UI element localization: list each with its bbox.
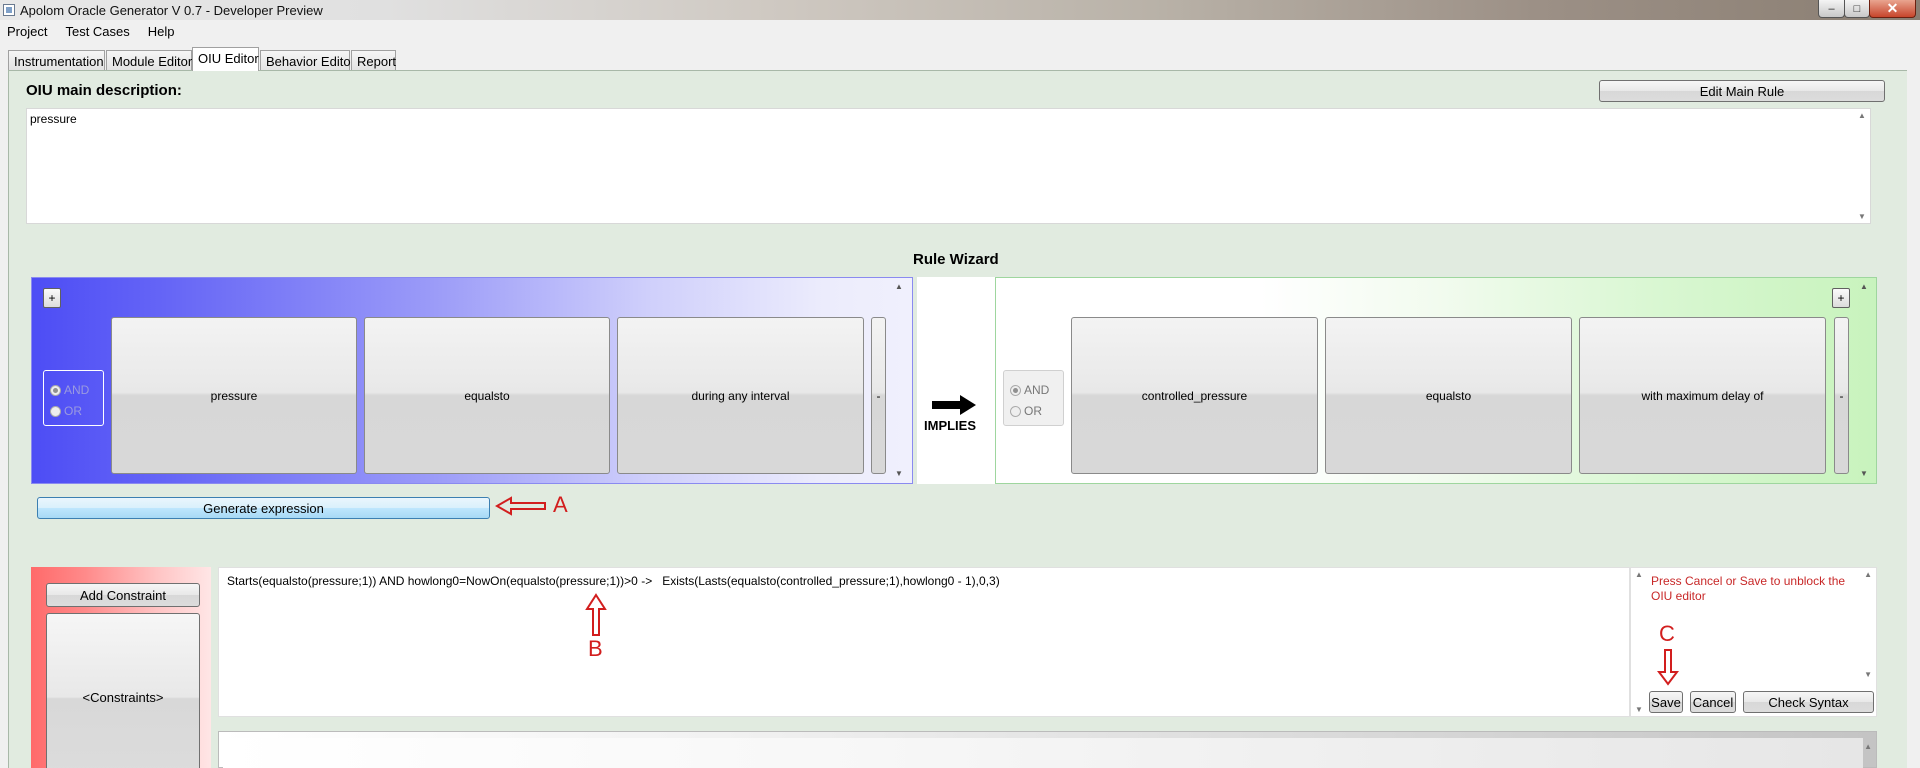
- maximize-button[interactable]: □: [1844, 0, 1870, 18]
- save-button[interactable]: Save: [1649, 691, 1683, 713]
- generate-expression-button[interactable]: Generate expression: [37, 497, 490, 519]
- condition-interval-button[interactable]: during any interval: [617, 317, 864, 474]
- main-description-textarea[interactable]: pressure ▲ ▼: [26, 108, 1871, 224]
- scroll-down-icon[interactable]: ▼: [1635, 705, 1643, 714]
- consequence-or-option[interactable]: OR: [1010, 404, 1042, 418]
- remove-condition-button[interactable]: -: [871, 317, 886, 474]
- cancel-button[interactable]: Cancel: [1690, 691, 1736, 713]
- scroll-up-icon[interactable]: ▲: [1864, 742, 1872, 751]
- bottom-panel: ▲: [218, 731, 1877, 768]
- implies-label: IMPLIES: [924, 418, 977, 433]
- edit-main-rule-button[interactable]: Edit Main Rule: [1599, 80, 1885, 102]
- tab-behavior-editor[interactable]: Behavior Editor: [260, 50, 355, 71]
- status-message: Press Cancel or Save to unblock the OIU …: [1651, 574, 1846, 603]
- menu-project[interactable]: Project: [4, 24, 50, 39]
- implies-area: [917, 277, 995, 484]
- description-scrollbar[interactable]: ▲ ▼: [1854, 109, 1870, 223]
- window-title: Apolom Oracle Generator V 0.7 - Develope…: [20, 3, 323, 18]
- scroll-up-icon[interactable]: ▲: [1858, 111, 1866, 120]
- annotation-arrow-b-icon: [585, 593, 607, 636]
- scroll-down-icon[interactable]: ▼: [1864, 670, 1872, 679]
- check-syntax-button[interactable]: Check Syntax: [1743, 691, 1874, 713]
- consequence-and-option[interactable]: AND: [1010, 383, 1049, 397]
- consequence-and-or-group: AND OR: [1003, 370, 1064, 426]
- expression-textarea[interactable]: Starts(equalsto(pressure;1)) AND howlong…: [218, 567, 1630, 717]
- or-radio[interactable]: [50, 405, 61, 417]
- add-condition-button[interactable]: +: [43, 288, 61, 308]
- constraints-list-button[interactable]: <Constraints>: [46, 613, 200, 768]
- consequence-operator-button[interactable]: equalsto: [1325, 317, 1572, 474]
- scroll-down-icon[interactable]: ▼: [1860, 469, 1868, 478]
- scroll-down-icon[interactable]: ▼: [1858, 212, 1866, 221]
- menu-bar: Project Test Cases Help: [0, 20, 1920, 42]
- scroll-down-icon[interactable]: ▼: [895, 469, 903, 478]
- and-label: AND: [64, 383, 90, 397]
- and-label: AND: [1024, 383, 1050, 397]
- condition-operator-button[interactable]: equalsto: [364, 317, 610, 474]
- consequence-delay-button[interactable]: with maximum delay of: [1579, 317, 1826, 474]
- and-radio[interactable]: [50, 384, 61, 396]
- consequence-scrollbar[interactable]: ▲ ▼: [1857, 282, 1871, 478]
- menu-test-cases[interactable]: Test Cases: [62, 24, 132, 39]
- tab-instrumentation[interactable]: Instrumentation: [8, 50, 105, 71]
- tab-strip: Instrumentation Module Editor OIU Editor…: [0, 42, 1920, 71]
- scroll-up-icon[interactable]: ▲: [1864, 570, 1872, 579]
- annotation-arrow-a-icon: [495, 496, 546, 516]
- main-description-text: pressure: [30, 112, 77, 126]
- consequence-signal-button[interactable]: controlled_pressure: [1071, 317, 1318, 474]
- scroll-up-icon[interactable]: ▲: [1860, 282, 1868, 291]
- expression-text: Starts(equalsto(pressure;1)) AND howlong…: [227, 574, 1000, 588]
- minimize-button[interactable]: –: [1818, 0, 1845, 18]
- tab-oiu-editor[interactable]: OIU Editor: [192, 47, 259, 71]
- scroll-up-icon[interactable]: ▲: [1635, 570, 1643, 579]
- bottom-text-area[interactable]: [223, 738, 1863, 768]
- app-icon: [3, 4, 15, 16]
- rule-wizard-title: Rule Wizard: [913, 251, 999, 268]
- add-consequence-button[interactable]: +: [1832, 288, 1850, 308]
- annotation-a: A: [553, 492, 568, 517]
- close-button[interactable]: ✕: [1869, 0, 1916, 18]
- condition-and-option[interactable]: AND: [50, 383, 89, 397]
- condition-signal-button[interactable]: pressure: [111, 317, 357, 474]
- scroll-up-icon[interactable]: ▲: [895, 282, 903, 291]
- condition-or-option[interactable]: OR: [50, 404, 82, 418]
- annotation-c: C: [1659, 621, 1675, 646]
- or-label: OR: [64, 404, 82, 418]
- condition-and-or-group: AND OR: [43, 370, 104, 426]
- menu-help[interactable]: Help: [145, 24, 178, 39]
- and-radio[interactable]: [1010, 384, 1021, 396]
- tab-report[interactable]: Report: [351, 50, 396, 71]
- condition-scrollbar[interactable]: ▲ ▼: [892, 282, 906, 478]
- annotation-b: B: [588, 636, 603, 661]
- annotation-arrow-c-icon: [1657, 649, 1679, 686]
- implies-arrow-icon: [932, 395, 976, 415]
- title-bar: Apolom Oracle Generator V 0.7 - Develope…: [0, 0, 1920, 20]
- remove-consequence-button[interactable]: -: [1834, 317, 1849, 474]
- oiu-main-description-label: OIU main description:: [26, 82, 182, 99]
- add-constraint-button[interactable]: Add Constraint: [46, 583, 200, 607]
- right-edge: [1907, 70, 1920, 768]
- or-label: OR: [1024, 404, 1042, 418]
- tab-module-editor[interactable]: Module Editor: [106, 50, 192, 71]
- or-radio[interactable]: [1010, 405, 1021, 417]
